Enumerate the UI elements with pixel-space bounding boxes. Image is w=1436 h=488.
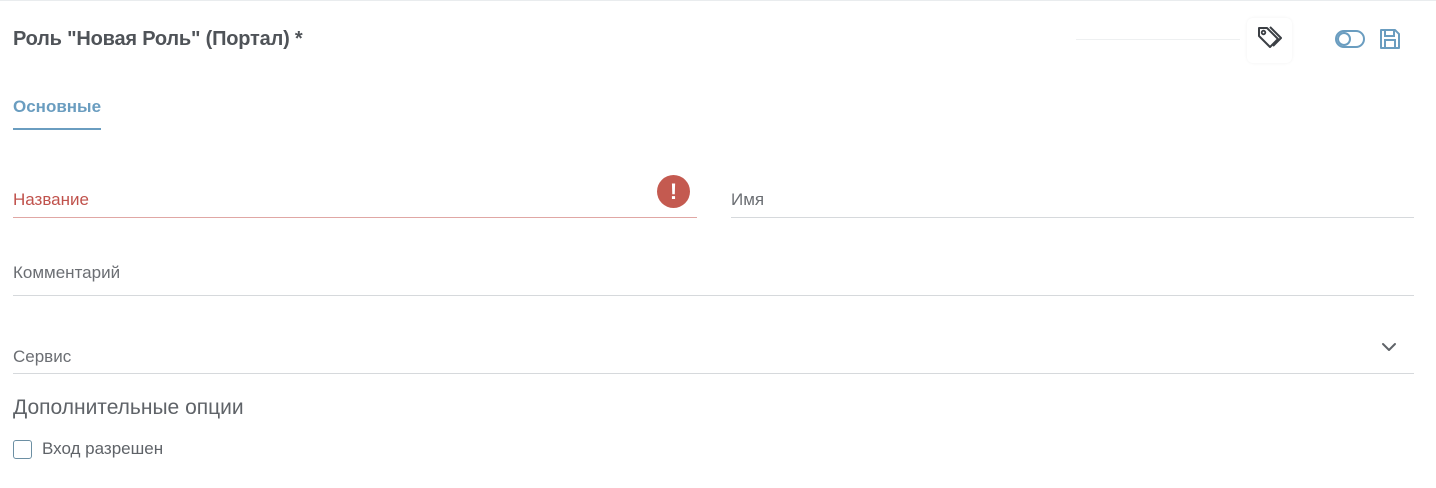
exclamation-icon: ! (657, 175, 690, 208)
login-allowed-label: Вход разрешен (42, 439, 164, 458)
role-edit-page: Роль "Новая Роль" (Портал) * Основные На… (0, 0, 1436, 488)
tag-icon (1255, 23, 1285, 58)
page-title: Роль "Новая Роль" (Портал) * (13, 28, 303, 50)
extra-options-title: Дополнительные опции (13, 396, 244, 419)
toggle-icon (1335, 29, 1365, 53)
tags-button[interactable] (1247, 18, 1292, 63)
toggle-button[interactable] (1334, 29, 1366, 53)
comment-field-label: Комментарий (13, 263, 121, 282)
tab-main[interactable]: Основные (13, 97, 102, 130)
name-field[interactable]: Название ! (13, 173, 697, 218)
service-field-label: Сервис (13, 347, 72, 366)
service-select[interactable]: Сервис (13, 329, 1414, 374)
chevron-down-icon[interactable] (1379, 337, 1399, 357)
header-divider (1076, 39, 1240, 40)
name-field-label: Название (13, 190, 89, 209)
fullname-field[interactable]: Имя (731, 173, 1414, 218)
comment-field[interactable]: Комментарий (13, 251, 1414, 296)
login-allowed-checkbox[interactable] (13, 439, 32, 459)
save-icon (1379, 28, 1401, 55)
fullname-field-label: Имя (731, 190, 765, 209)
login-allowed-row[interactable]: Вход разрешен (13, 439, 163, 459)
save-button[interactable] (1377, 28, 1403, 54)
